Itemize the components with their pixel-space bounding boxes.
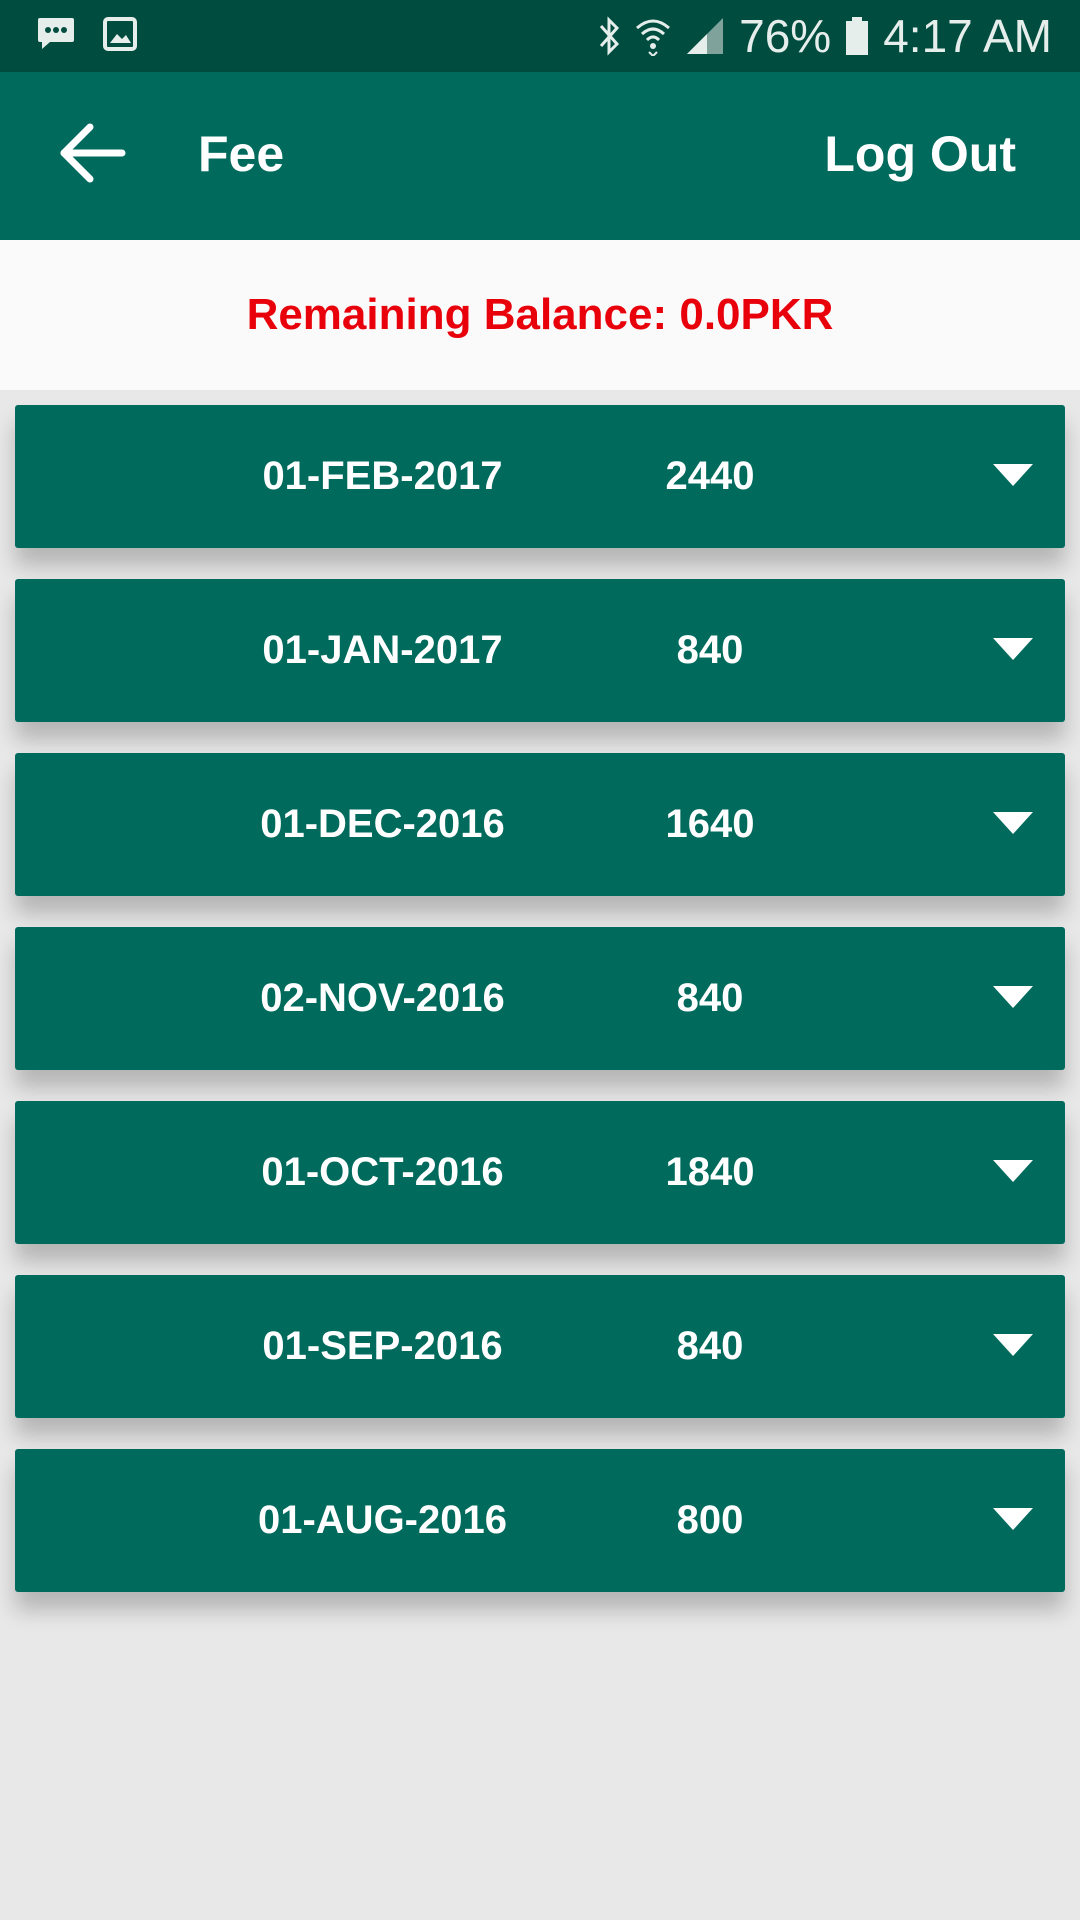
chevron-down-icon[interactable] bbox=[991, 1506, 1035, 1532]
fee-row[interactable]: 01-FEB-2017 2440 bbox=[15, 405, 1065, 548]
page-title: Fee bbox=[198, 126, 285, 182]
fee-amount: 840 bbox=[676, 1324, 744, 1368]
messages-icon bbox=[36, 16, 76, 52]
fee-row[interactable]: 01-DEC-2016 1640 bbox=[15, 753, 1065, 896]
logout-button[interactable]: Log Out bbox=[824, 124, 1016, 184]
balance-panel: Remaining Balance: 0.0PKR bbox=[0, 240, 1080, 390]
remaining-balance: Remaining Balance: 0.0PKR bbox=[246, 290, 834, 339]
chevron-down-icon[interactable] bbox=[991, 462, 1035, 488]
clock: 4:17 AM bbox=[883, 10, 1052, 62]
wifi-icon bbox=[635, 16, 671, 56]
fee-amount: 1640 bbox=[665, 802, 755, 846]
chevron-down-icon[interactable] bbox=[991, 984, 1035, 1010]
bluetooth-icon bbox=[597, 16, 621, 56]
battery-icon bbox=[845, 16, 869, 56]
fee-row[interactable]: 02-NOV-2016 840 bbox=[15, 927, 1065, 1070]
battery-percent: 76% bbox=[739, 10, 832, 62]
chevron-down-icon[interactable] bbox=[991, 1158, 1035, 1184]
arrow-left-icon bbox=[60, 123, 126, 183]
fee-row[interactable]: 01-OCT-2016 1840 bbox=[15, 1101, 1065, 1244]
fee-amount: 2440 bbox=[665, 454, 755, 498]
fee-amount: 840 bbox=[676, 628, 744, 672]
gallery-icon bbox=[102, 16, 138, 52]
signal-icon bbox=[685, 16, 725, 56]
fee-list: 01-FEB-2017 2440 01-JAN-2017 840 01-DEC-… bbox=[15, 405, 1065, 1623]
fee-amount: 1840 bbox=[665, 1150, 755, 1194]
status-bar: 76% 4:17 AM bbox=[0, 0, 1080, 72]
fee-row[interactable]: 01-JAN-2017 840 bbox=[15, 579, 1065, 722]
app-bar: Fee Log Out bbox=[0, 72, 1080, 240]
fee-row[interactable]: 01-SEP-2016 840 bbox=[15, 1275, 1065, 1418]
back-button[interactable] bbox=[52, 118, 152, 188]
chevron-down-icon[interactable] bbox=[991, 636, 1035, 662]
chevron-down-icon[interactable] bbox=[991, 1332, 1035, 1358]
fee-amount: 800 bbox=[676, 1498, 744, 1542]
chevron-down-icon[interactable] bbox=[991, 810, 1035, 836]
fee-row[interactable]: 01-AUG-2016 800 bbox=[15, 1449, 1065, 1592]
fee-amount: 840 bbox=[676, 976, 744, 1020]
